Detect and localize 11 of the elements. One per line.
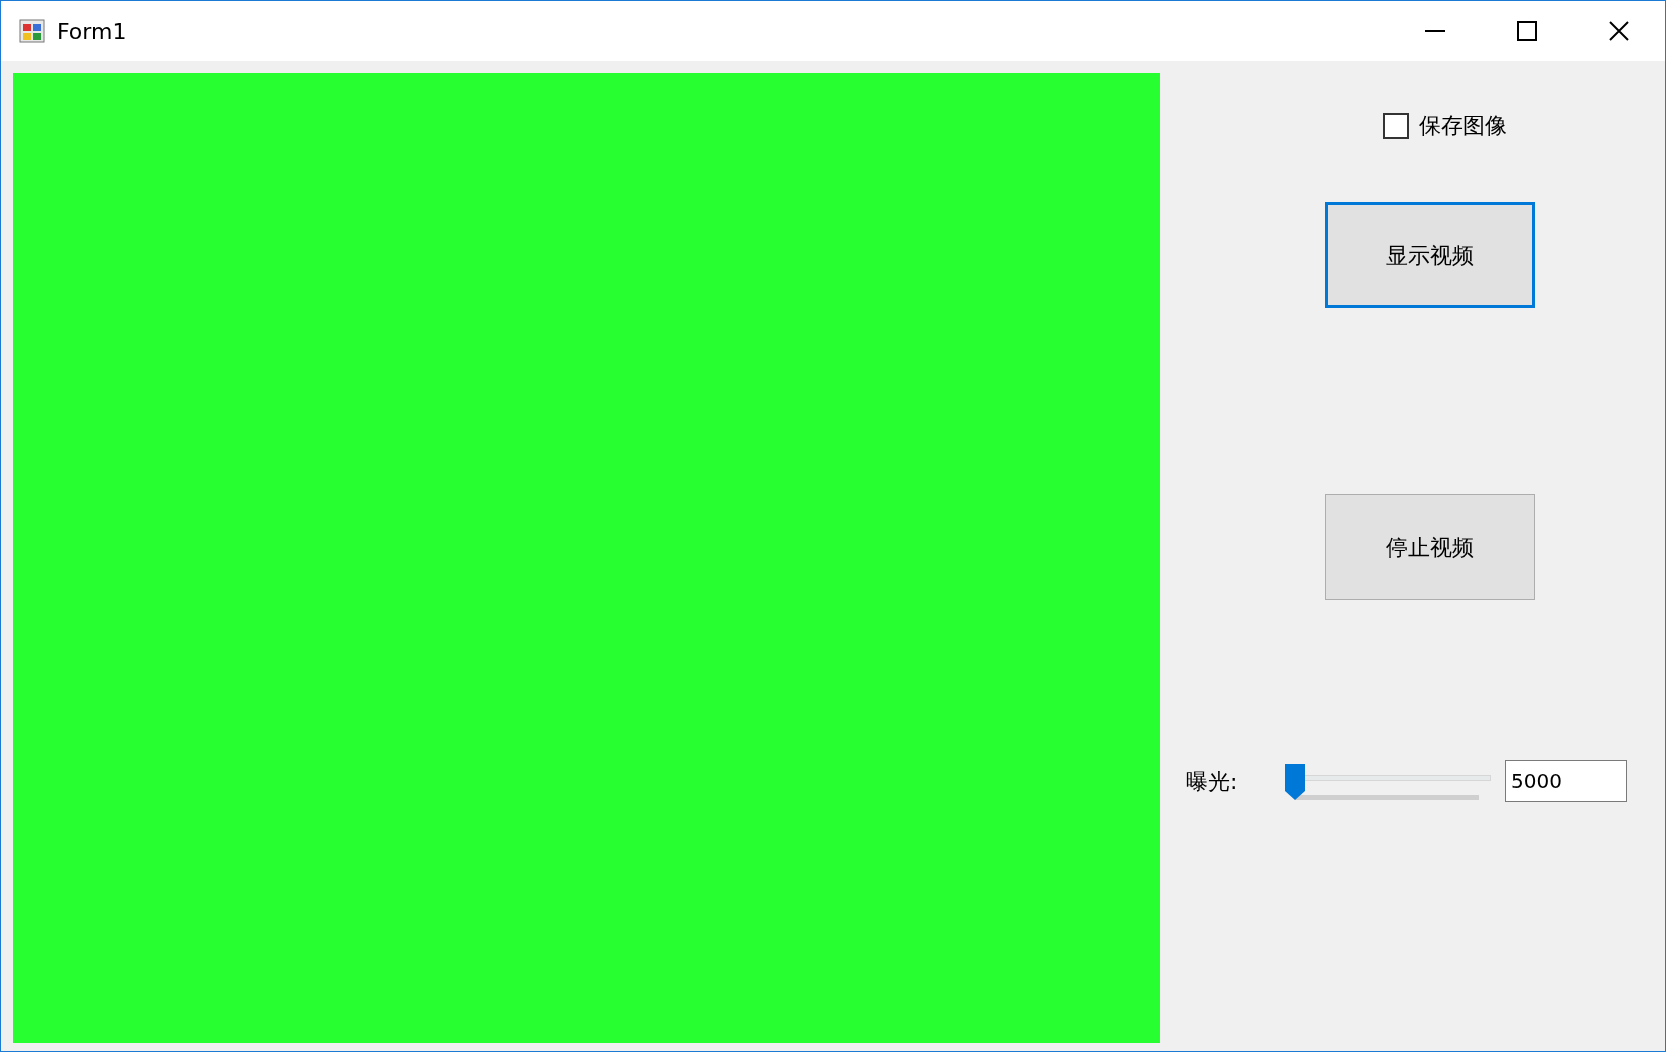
exposure-label: 曝光: bbox=[1186, 767, 1239, 796]
app-icon bbox=[19, 17, 47, 45]
close-icon bbox=[1608, 20, 1630, 42]
slider-thumb[interactable] bbox=[1284, 763, 1306, 801]
save-image-checkbox[interactable]: 保存图像 bbox=[1382, 109, 1507, 142]
window-title: Form1 bbox=[57, 17, 127, 46]
exposure-input[interactable]: 5000 bbox=[1505, 760, 1627, 802]
maximize-icon bbox=[1516, 20, 1538, 42]
minimize-icon bbox=[1424, 30, 1446, 32]
stop-video-button[interactable]: 停止视频 bbox=[1324, 494, 1535, 600]
show-video-button[interactable]: 显示视频 bbox=[1324, 202, 1535, 308]
